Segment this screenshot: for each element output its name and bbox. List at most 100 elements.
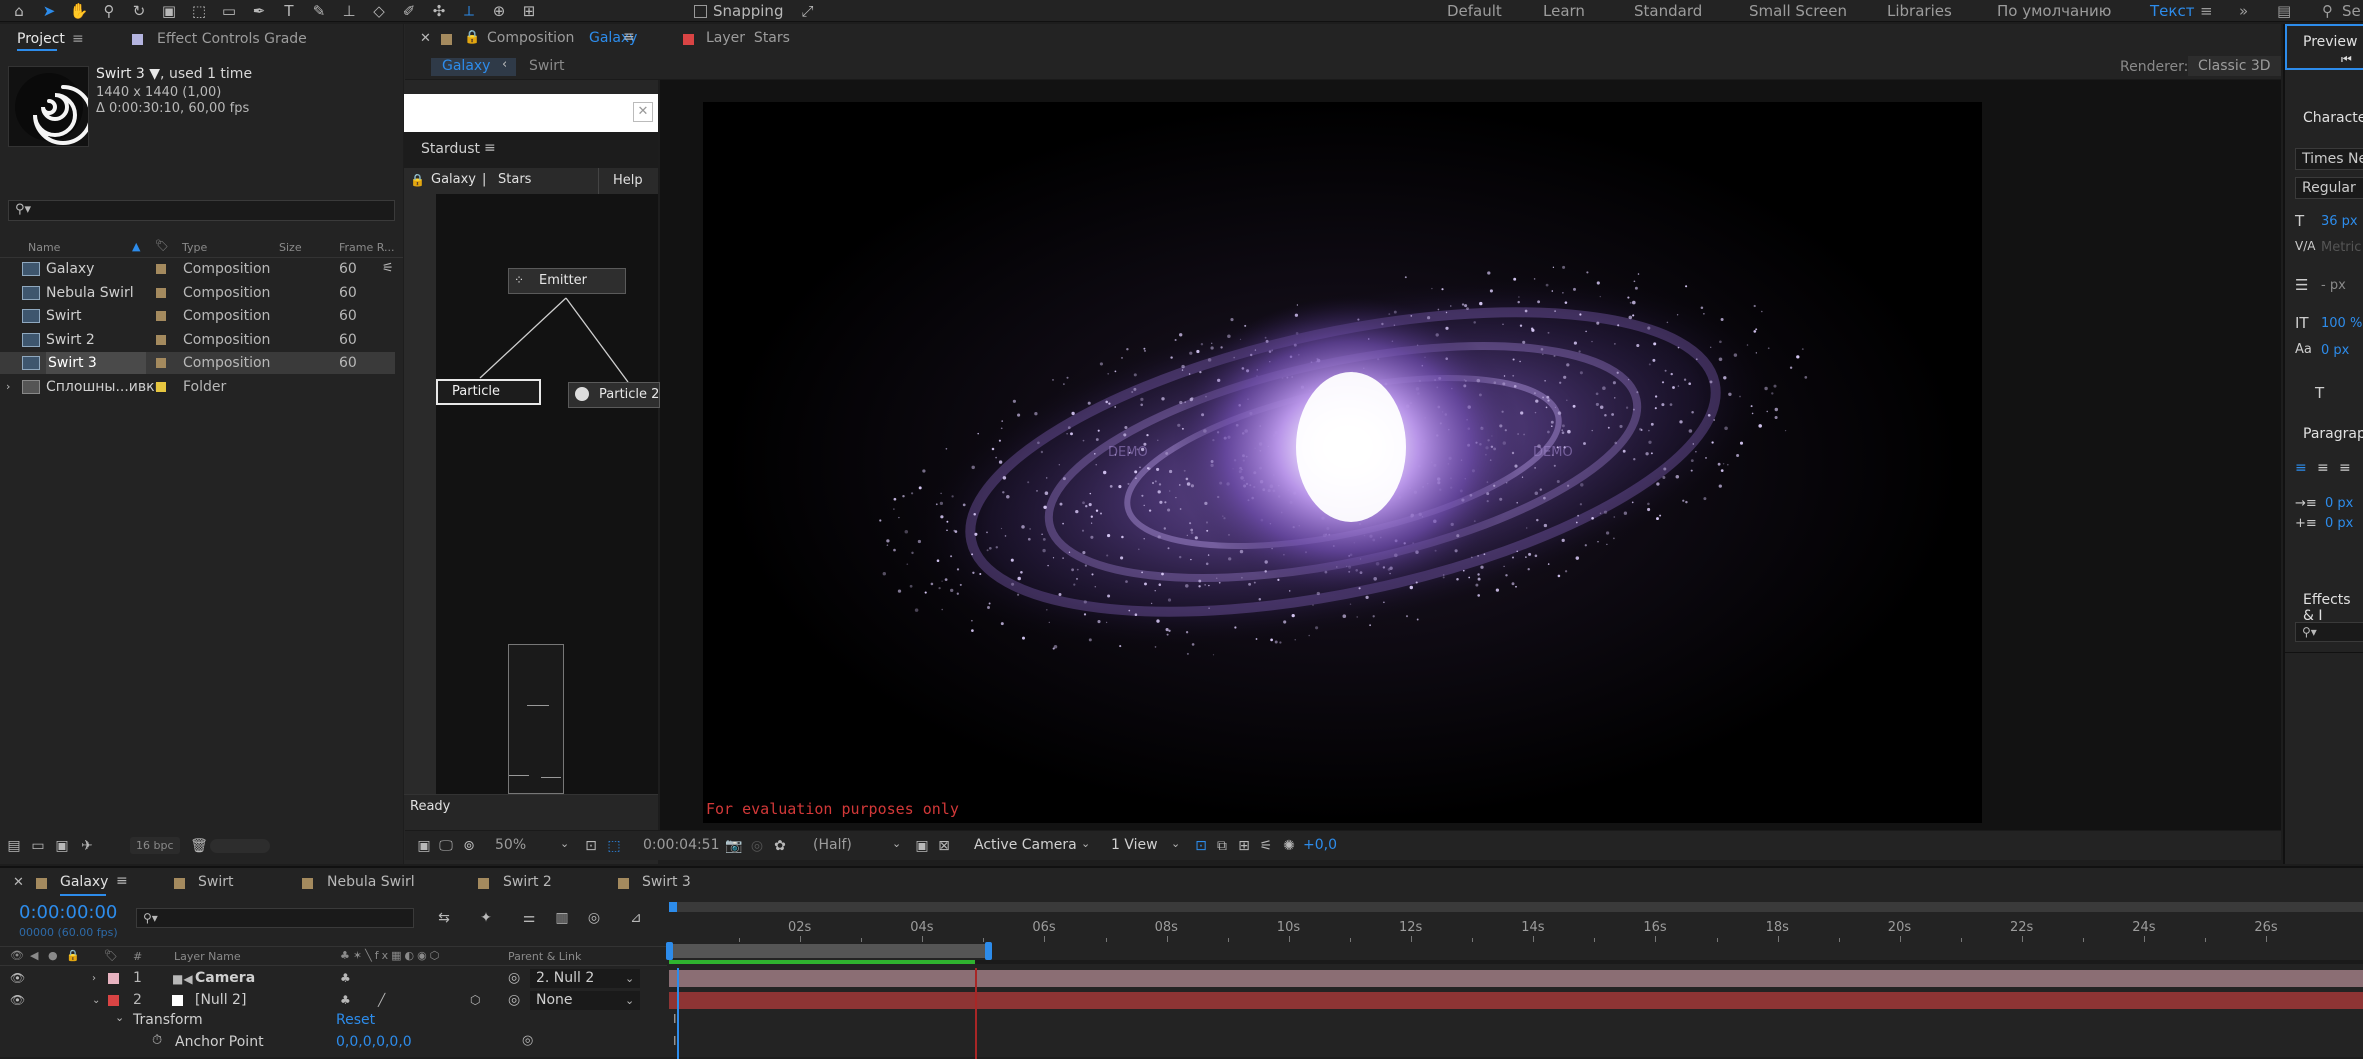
project-list-item[interactable]: › Сплошны...ивки Folder bbox=[0, 376, 395, 398]
stardust-help-button[interactable]: Help bbox=[598, 168, 643, 194]
timeline-tab-galaxy[interactable]: Galaxy bbox=[60, 874, 108, 890]
stardust-comp[interactable]: Galaxy bbox=[431, 172, 476, 187]
timeline-tab-swirt-2[interactable]: Swirt 2 bbox=[503, 874, 552, 890]
label-tag-icon[interactable]: 🏷 bbox=[155, 239, 169, 252]
workspace-standard[interactable]: Standard bbox=[1634, 0, 1702, 22]
comp-lock-icon[interactable]: 🔒 bbox=[464, 30, 480, 45]
home-icon[interactable]: ⌂ bbox=[9, 2, 29, 20]
selected-item-name[interactable]: Swirt 3 ▼ bbox=[96, 66, 160, 82]
camera-dropdown[interactable]: Active Camera bbox=[974, 837, 1077, 853]
shy-switch-icon[interactable]: ♣ bbox=[340, 990, 351, 1011]
pick-whip-icon[interactable]: ◎ bbox=[508, 968, 520, 989]
rotate-tool-icon[interactable]: ↻ bbox=[129, 2, 149, 20]
font-family-field[interactable]: Times New bbox=[2295, 148, 2363, 170]
kerning-value[interactable]: Metric bbox=[2321, 240, 2361, 255]
project-list-item[interactable]: Swirt 3 Composition 60 bbox=[0, 352, 395, 374]
layer-1-name[interactable]: Camera bbox=[195, 968, 255, 989]
timeline-tab-swirt-3[interactable]: Swirt 3 bbox=[642, 874, 691, 890]
project-list-item[interactable]: Galaxy Composition 60 bbox=[0, 258, 395, 280]
audio-icon[interactable]: ◀ bbox=[30, 949, 38, 962]
stopwatch-icon[interactable]: ⏱ bbox=[152, 1033, 162, 1048]
project-menu-icon[interactable]: ≡ bbox=[72, 24, 84, 54]
workspace-default[interactable]: Default bbox=[1447, 0, 1502, 22]
tab-effect-controls[interactable]: Effect Controls Grade bbox=[157, 24, 307, 54]
shy-switch-icon[interactable]: ♣ bbox=[340, 968, 351, 989]
fast-previews-icon[interactable]: ▣ bbox=[913, 837, 931, 855]
project-search-input[interactable]: ⚲▾ bbox=[8, 200, 395, 221]
channel-icon[interactable]: ✿ bbox=[771, 837, 789, 855]
show-snapshot-icon[interactable]: ◎ bbox=[748, 837, 766, 855]
workspace-menu-icon[interactable]: ≡ bbox=[2200, 0, 2213, 22]
layer-1-bar[interactable] bbox=[669, 970, 2363, 987]
draft-3d-icon[interactable]: ✦ bbox=[477, 909, 495, 927]
stardust-layer[interactable]: Stars bbox=[498, 172, 531, 187]
snapping-checkbox[interactable] bbox=[694, 4, 707, 18]
search-help-icon[interactable]: ⚲ bbox=[2322, 0, 2333, 22]
align-left-icon[interactable]: ≡ bbox=[2295, 460, 2307, 476]
close-tab-icon[interactable]: ✕ bbox=[13, 875, 24, 890]
font-size-value[interactable]: 36 px bbox=[2321, 214, 2358, 229]
graph-editor-icon[interactable]: ⊿ bbox=[627, 909, 645, 927]
solo-icon[interactable]: ● bbox=[48, 949, 58, 962]
first-frame-icon[interactable]: ⏮ bbox=[2341, 52, 2352, 67]
font-style-field[interactable]: Regular bbox=[2295, 177, 2363, 199]
timeline-tab-nebula-swirl[interactable]: Nebula Swirl bbox=[327, 874, 415, 890]
share-icon[interactable]: ▤ bbox=[2277, 0, 2291, 22]
local-axis-icon[interactable]: ⟂ bbox=[459, 2, 479, 20]
leading-value[interactable]: - px bbox=[2321, 278, 2346, 293]
more-workspaces-icon[interactable]: » bbox=[2239, 0, 2248, 22]
resolution-dropdown[interactable]: (Half) bbox=[813, 837, 852, 853]
zoom-tool-icon[interactable]: ⚲ bbox=[99, 2, 119, 20]
region-of-interest-icon[interactable]: ⬚ bbox=[605, 837, 623, 855]
transparency-grid-icon[interactable]: ⊠ bbox=[935, 837, 953, 855]
roto-brush-icon[interactable]: ✐ bbox=[399, 2, 419, 20]
effects-search-input[interactable]: ⚲▾ bbox=[2295, 622, 2363, 642]
comp-mini-flowchart-icon[interactable]: ⇆ bbox=[435, 909, 453, 927]
clone-stamp-icon[interactable]: ⊥ bbox=[339, 2, 359, 20]
label-swatch[interactable] bbox=[156, 334, 166, 345]
transform-label[interactable]: Transform bbox=[133, 1012, 203, 1028]
world-axis-icon[interactable]: ⊕ bbox=[489, 2, 509, 20]
visibility-eye-icon[interactable]: 👁 bbox=[10, 990, 25, 1011]
renderer-value[interactable]: Classic 3D bbox=[2188, 56, 2281, 76]
delete-icon[interactable]: 🗑 bbox=[190, 837, 208, 855]
layer-2-bar[interactable] bbox=[669, 992, 2363, 1009]
close-icon[interactable]: ✕ bbox=[633, 102, 653, 122]
node-particle-2[interactable]: Particle 2 bbox=[568, 382, 660, 408]
toggle-pixel-aspect-icon[interactable]: ⊡ bbox=[1192, 837, 1210, 855]
label-icon[interactable]: 🏷 bbox=[104, 949, 118, 962]
type-tool-icon[interactable]: T bbox=[279, 2, 299, 20]
chevron-down-icon[interactable]: ⌄ bbox=[1081, 837, 1090, 850]
selection-tool-icon[interactable]: ➤ bbox=[39, 2, 59, 20]
work-area-bar[interactable] bbox=[669, 902, 2363, 912]
expand-chevron-icon[interactable]: › bbox=[92, 968, 96, 989]
new-folder-icon[interactable]: ▭ bbox=[29, 837, 47, 855]
zoom-dropdown[interactable]: 50% bbox=[495, 837, 526, 853]
snap-options-icon[interactable]: ⤢ bbox=[801, 2, 813, 20]
breadcrumb-galaxy[interactable]: Galaxy bbox=[442, 58, 490, 74]
expression-pickwhip-icon[interactable]: ◎ bbox=[522, 1033, 533, 1048]
chevron-down-icon[interactable]: ⌄ bbox=[625, 990, 634, 1011]
quality-switch-icon[interactable]: ╱ bbox=[378, 990, 385, 1011]
playhead[interactable] bbox=[677, 968, 679, 1059]
motion-blur-icon[interactable]: ◎ bbox=[585, 909, 603, 927]
pick-whip-icon[interactable]: ◎ bbox=[508, 990, 520, 1011]
label-swatch[interactable] bbox=[156, 287, 166, 298]
brush-tool-icon[interactable]: ✎ bbox=[309, 2, 329, 20]
shy-layers-icon[interactable]: ⚌ bbox=[520, 909, 538, 927]
time-ruler[interactable]: 02s 04s 06s 08s 10s 12s 14s 16s 18s 20s 22s 24s 26s bbox=[669, 920, 2363, 942]
exposure-value[interactable]: +0,0 bbox=[1303, 837, 1337, 853]
timeline-menu-icon[interactable]: ≡ bbox=[116, 873, 128, 889]
chevron-down-icon[interactable]: ⌄ bbox=[892, 837, 901, 850]
project-list-item[interactable]: Swirt 2 Composition 60 bbox=[0, 329, 395, 351]
col-type[interactable]: Type bbox=[182, 241, 207, 254]
sort-ascending-icon[interactable]: ▲ bbox=[132, 240, 140, 253]
interpret-footage-icon[interactable]: ▤ bbox=[5, 837, 23, 855]
chevron-down-icon[interactable]: ⌄ bbox=[1171, 837, 1180, 850]
reset-exposure-icon[interactable]: ✺ bbox=[1280, 837, 1298, 855]
faux-bold-icon[interactable]: T bbox=[2315, 384, 2324, 402]
layer-row-2[interactable]: 👁 ⌄ 2 [Null 2] ♣ ╱ ⬡ ◎ None ⌄ bbox=[0, 990, 667, 1011]
collapse-chevron-icon[interactable]: ⌄ bbox=[92, 990, 100, 1011]
workspace-learn[interactable]: Learn bbox=[1543, 0, 1585, 22]
pen-tool-icon[interactable]: ✒ bbox=[249, 2, 269, 20]
